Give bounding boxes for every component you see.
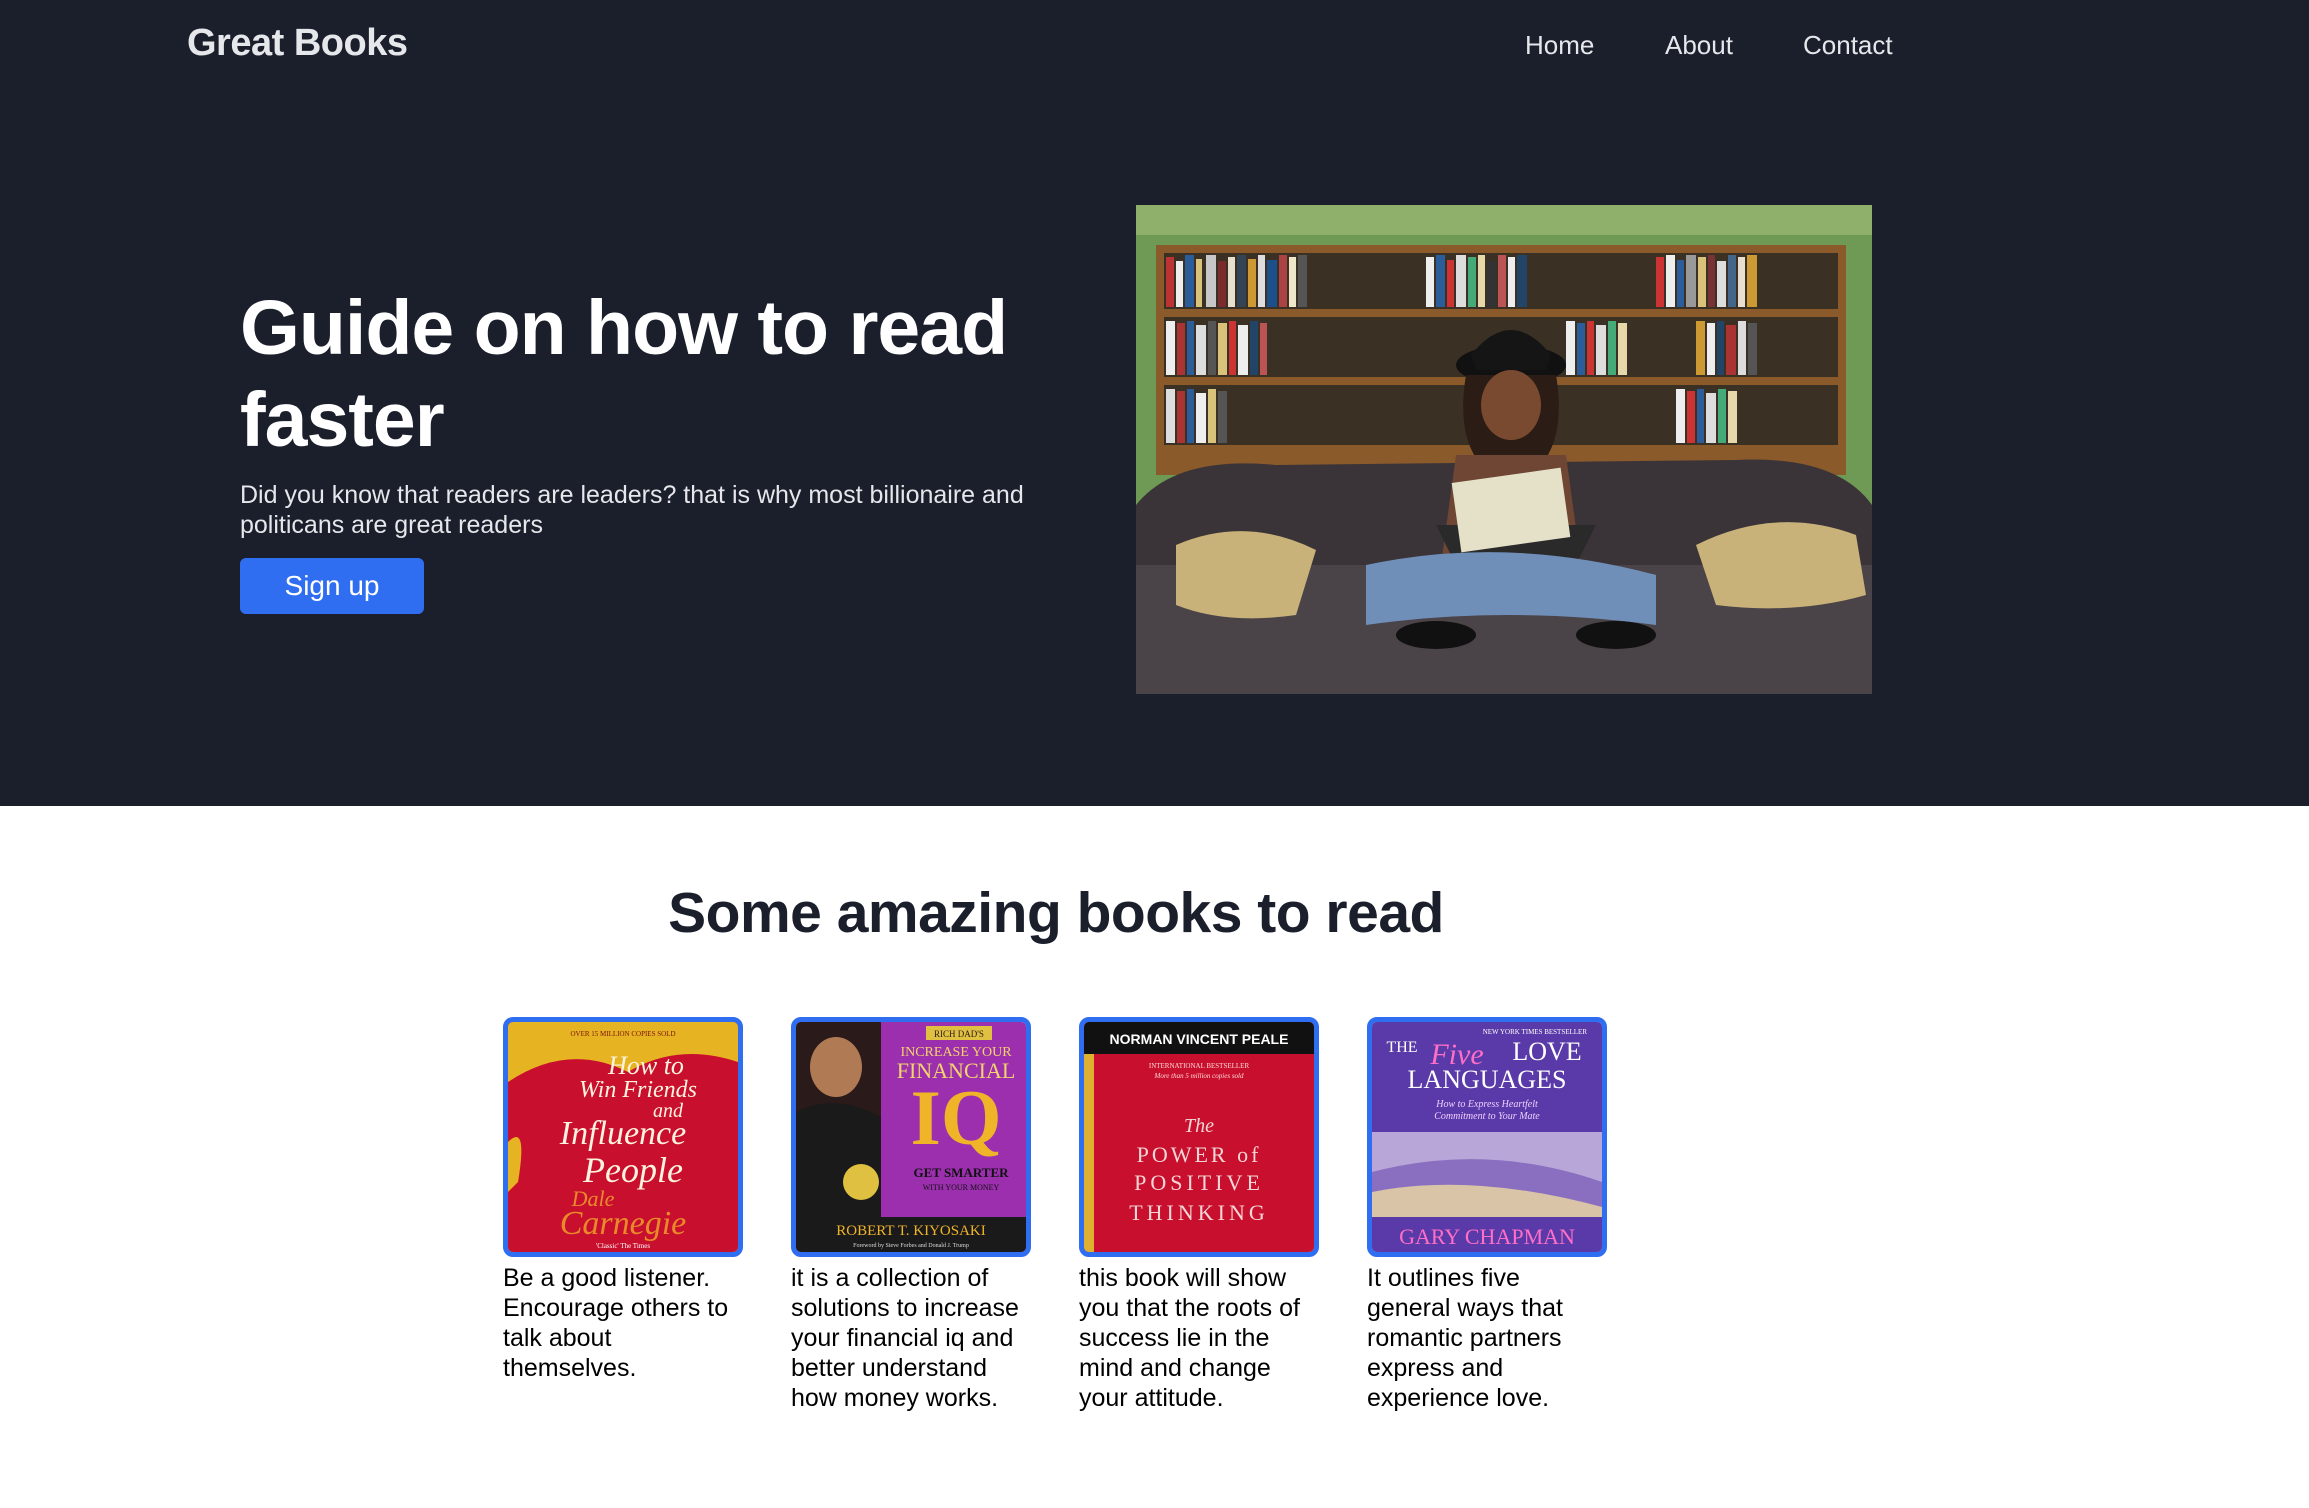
svg-text:Carnegie: Carnegie <box>560 1205 687 1242</box>
svg-text:IQ: IQ <box>910 1074 1001 1161</box>
hero-subtitle: Did you know that readers are leaders? t… <box>240 481 1024 539</box>
svg-text:WITH YOUR MONEY: WITH YOUR MONEY <box>923 1183 1000 1192</box>
book-cover[interactable]: RICH DAD'S INCREASE YOUR FINANCIAL IQ GE… <box>791 1017 1031 1257</box>
book-description: It outlines five general ways that roman… <box>1367 1264 1563 1412</box>
site-logo[interactable]: Great Books <box>187 22 408 65</box>
book-card: NEW YORK TIMES BESTSELLER THE Five LOVE … <box>1367 1017 1607 1413</box>
svg-text:LOVE: LOVE <box>1512 1037 1581 1066</box>
svg-text:Commitment to Your Mate: Commitment to Your Mate <box>1434 1111 1540 1122</box>
svg-text:POWER of: POWER of <box>1137 1142 1262 1167</box>
nav-about-link[interactable]: About <box>1665 30 1733 61</box>
book-card: NORMAN VINCENT PEALE INTERNATIONAL BESTS… <box>1079 1017 1319 1413</box>
nav-contact-link[interactable]: Contact <box>1803 30 1893 61</box>
svg-text:ROBERT T. KIYOSAKI: ROBERT T. KIYOSAKI <box>836 1223 986 1239</box>
book-cover[interactable]: OVER 15 MILLION COPIES SOLD How to Win F… <box>503 1017 743 1257</box>
svg-text:How to Express Heartfelt: How to Express Heartfelt <box>1435 1099 1538 1110</box>
book-card: OVER 15 MILLION COPIES SOLD How to Win F… <box>503 1017 743 1383</box>
svg-text:GARY CHAPMAN: GARY CHAPMAN <box>1399 1224 1575 1249</box>
svg-text:'Classic' The Times: 'Classic' The Times <box>596 1242 650 1250</box>
svg-text:People: People <box>582 1150 683 1190</box>
book-cover[interactable]: NEW YORK TIMES BESTSELLER THE Five LOVE … <box>1367 1017 1607 1257</box>
svg-text:NEW YORK TIMES BESTSELLER: NEW YORK TIMES BESTSELLER <box>1483 1028 1588 1036</box>
book-description: Be a good listener. Encourage others to … <box>503 1264 729 1382</box>
hero-section: Great Books Home About Contact Guide on … <box>0 0 2309 806</box>
nav-home-link[interactable]: Home <box>1525 30 1594 61</box>
svg-text:THINKING: THINKING <box>1129 1200 1269 1225</box>
svg-text:POSITIVE: POSITIVE <box>1134 1170 1264 1195</box>
svg-text:GET SMARTER: GET SMARTER <box>913 1165 1009 1180</box>
svg-text:RICH DAD'S: RICH DAD'S <box>934 1029 984 1039</box>
svg-text:How to: How to <box>607 1051 684 1080</box>
book-description: this book will show you that the roots o… <box>1079 1264 1300 1412</box>
svg-text:Foreword by Steve Forbes and D: Foreword by Steve Forbes and Donald J. T… <box>853 1243 969 1249</box>
svg-text:More than 5 million copies sol: More than 5 million copies sold <box>1154 1072 1244 1080</box>
svg-text:NORMAN VINCENT PEALE: NORMAN VINCENT PEALE <box>1110 1031 1289 1047</box>
book-card: RICH DAD'S INCREASE YOUR FINANCIAL IQ GE… <box>791 1017 1031 1413</box>
books-section-title: Some amazing books to read <box>668 881 1444 945</box>
signup-button[interactable]: Sign up <box>240 558 424 614</box>
svg-text:Influence: Influence <box>559 1115 687 1152</box>
svg-text:LANGUAGES: LANGUAGES <box>1408 1065 1567 1094</box>
svg-text:The: The <box>1184 1115 1214 1137</box>
hero-title: Guide on how to read faster <box>240 285 1008 463</box>
book-cover[interactable]: NORMAN VINCENT PEALE INTERNATIONAL BESTS… <box>1079 1017 1319 1257</box>
cover-top-text: OVER 15 MILLION COPIES SOLD <box>571 1030 676 1038</box>
hero-image <box>1136 205 1872 694</box>
svg-text:INTERNATIONAL BESTSELLER: INTERNATIONAL BESTSELLER <box>1149 1062 1250 1070</box>
book-description: it is a collection of solutions to incre… <box>791 1264 1019 1412</box>
svg-text:THE: THE <box>1386 1039 1417 1056</box>
